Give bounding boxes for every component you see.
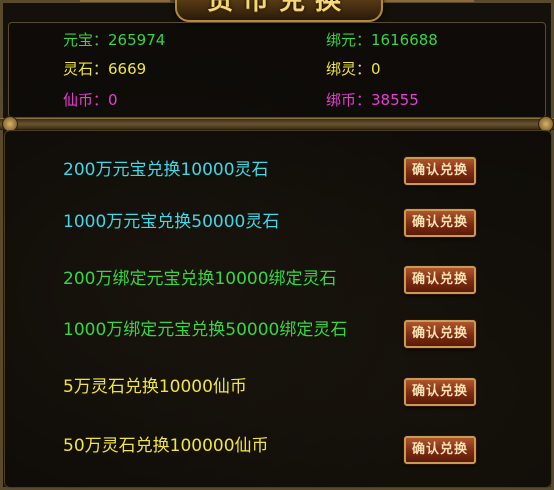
currency-value: 38555 [371, 91, 419, 109]
confirm-exchange-button[interactable]: 确认兑换 [404, 209, 476, 237]
currency-label: 绑灵： [326, 60, 372, 78]
currency-bound-spirit: 绑灵：0 [326, 60, 381, 78]
exchange-option-label: 1000万绑定元宝兑换50000绑定灵石 [63, 320, 348, 340]
window-title: 货币兑换 [206, 0, 351, 16]
title-ornament-left [80, 0, 170, 16]
confirm-exchange-button[interactable]: 确认兑换 [404, 378, 476, 406]
currency-label: 仙币： [63, 91, 109, 109]
title-banner: 货币兑换 [175, 0, 383, 22]
exchange-option-label: 50万灵石兑换100000仙币 [63, 436, 269, 456]
currency-xianbi: 仙币：0 [63, 91, 118, 109]
currency-spirit-stone: 灵石：6669 [63, 60, 146, 78]
currency-bound-yuanbao: 绑元：1616688 [326, 31, 438, 49]
currency-value: 265974 [108, 31, 166, 49]
currency-label: 绑元： [326, 31, 372, 49]
currency-label: 灵石： [63, 60, 109, 78]
panel-divider [0, 116, 554, 132]
confirm-exchange-button[interactable]: 确认兑换 [404, 266, 476, 294]
title-ornament-right [384, 0, 474, 16]
currency-value: 1616688 [371, 31, 438, 49]
exchange-option-label: 1000万元宝兑换50000灵石 [63, 212, 280, 232]
confirm-exchange-button[interactable]: 确认兑换 [404, 436, 476, 464]
currency-value: 0 [108, 91, 118, 109]
currency-value: 0 [371, 60, 381, 78]
currency-label: 元宝： [63, 31, 109, 49]
currency-yuanbao: 元宝：265974 [63, 31, 165, 49]
currency-label: 绑币： [326, 91, 372, 109]
confirm-exchange-button[interactable]: 确认兑换 [404, 157, 476, 185]
exchange-option-label: 200万绑定元宝兑换10000绑定灵石 [63, 269, 337, 289]
currency-value: 6669 [108, 60, 147, 78]
exchange-option-label: 200万元宝兑换10000灵石 [63, 160, 269, 180]
exchange-option-label: 5万灵石兑换10000仙币 [63, 377, 247, 397]
confirm-exchange-button[interactable]: 确认兑换 [404, 320, 476, 348]
currency-bound-coin: 绑币：38555 [326, 91, 419, 109]
